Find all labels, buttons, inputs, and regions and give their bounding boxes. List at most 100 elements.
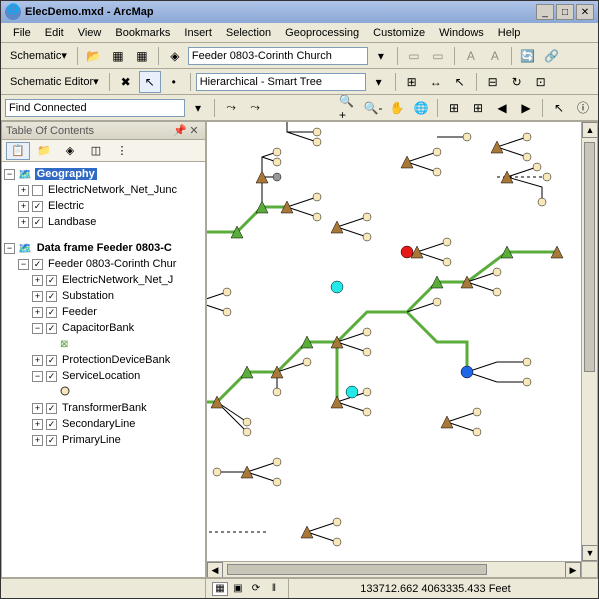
select-icon[interactable]: ↖ (548, 97, 570, 119)
scroll-left-icon[interactable]: ◀ (207, 562, 223, 578)
link-icon[interactable]: 🔗 (541, 45, 563, 67)
expand-toggle[interactable]: + (32, 403, 43, 414)
prop2-icon[interactable]: ▭ (427, 45, 449, 67)
expand-toggle[interactable]: + (18, 185, 29, 196)
fullext2-icon[interactable]: ⊞ (467, 97, 489, 119)
layer-item[interactable]: SecondaryLine (60, 418, 137, 430)
layer-item[interactable]: PrimaryLine (60, 434, 123, 446)
open-icon[interactable]: 📂 (83, 45, 105, 67)
prop1-icon[interactable]: ▭ (403, 45, 425, 67)
box2-icon[interactable]: ▦ (131, 45, 153, 67)
scroll-up-icon[interactable]: ▲ (582, 122, 598, 138)
menu-windows[interactable]: Windows (433, 25, 490, 41)
expand-toggle[interactable]: − (18, 259, 29, 270)
layer-checkbox[interactable] (46, 403, 57, 414)
editor-dropdown[interactable]: Schematic Editor ▾ (5, 72, 104, 91)
options-icon[interactable]: ⋮ (110, 142, 134, 160)
minimize-button[interactable]: _ (536, 4, 554, 20)
combo-arrow[interactable]: ▾ (370, 45, 392, 67)
menu-edit[interactable]: Edit (39, 25, 70, 41)
layer-item[interactable]: Electric (46, 200, 86, 212)
layer-item[interactable]: ServiceLocation (60, 370, 142, 382)
delete-icon[interactable]: ✖ (115, 71, 137, 93)
layer-checkbox[interactable] (32, 185, 43, 196)
find-combo[interactable] (5, 99, 185, 117)
toc-close-icon[interactable]: ✕ (187, 124, 201, 137)
layer-checkbox[interactable] (32, 201, 43, 212)
list-by-sel-icon[interactable]: ◫ (84, 142, 108, 160)
menu-insert[interactable]: Insert (178, 25, 218, 41)
target-icon[interactable]: ◈ (164, 45, 186, 67)
layer-checkbox[interactable] (46, 307, 57, 318)
layer-item[interactable]: ProtectionDeviceBank (60, 354, 172, 366)
list-by-drawing-icon[interactable]: 📋 (6, 142, 30, 160)
vertical-scrollbar[interactable]: ▲ ▼ (581, 122, 597, 561)
menu-selection[interactable]: Selection (220, 25, 277, 41)
layer-item[interactable]: ElectricNetwork_Net_Junc (46, 184, 179, 196)
expand-toggle[interactable]: + (18, 201, 29, 212)
layer-checkbox[interactable] (32, 259, 43, 270)
expand-toggle[interactable]: − (4, 243, 15, 254)
layer-item[interactable]: Landbase (46, 216, 98, 228)
layer-item[interactable]: Feeder (60, 306, 99, 318)
refresh-view-icon[interactable]: ⟳ (248, 582, 264, 596)
layer-checkbox[interactable] (46, 291, 57, 302)
layer-checkbox[interactable] (32, 217, 43, 228)
move-icon[interactable]: • (163, 71, 185, 93)
scroll-thumb[interactable] (584, 142, 595, 372)
expand-toggle[interactable]: + (32, 291, 43, 302)
map-canvas[interactable]: ▲ ▼ ◀ ▶ (206, 121, 598, 578)
feeder-layer[interactable]: Feeder 0803-Corinth Chur (46, 258, 178, 270)
layer-checkbox[interactable] (46, 435, 57, 446)
horizontal-scrollbar[interactable]: ◀ ▶ (207, 561, 581, 577)
schematic-dropdown[interactable]: Schematic ▾ (5, 46, 72, 65)
zoomout-icon[interactable]: 🔍- (362, 97, 384, 119)
layout-arrow[interactable]: ▾ (368, 71, 390, 93)
close-button[interactable]: ✕ (576, 4, 594, 20)
align-icon[interactable]: ⊟ (482, 71, 504, 93)
list-by-source-icon[interactable]: 📁 (32, 142, 56, 160)
expand-toggle[interactable]: + (32, 275, 43, 286)
prev-icon[interactable]: ◀ (491, 97, 513, 119)
expand-toggle[interactable]: + (32, 435, 43, 446)
layer-item[interactable]: CapacitorBank (60, 322, 136, 334)
menu-view[interactable]: View (72, 25, 108, 41)
rotate-icon[interactable]: ↻ (506, 71, 528, 93)
globe-icon[interactable]: 🌐 (410, 97, 432, 119)
toc-tree[interactable]: −🗺️Geography +ElectricNetwork_Net_Junc +… (2, 162, 205, 577)
expand-toggle[interactable]: − (4, 169, 15, 180)
menu-customize[interactable]: Customize (367, 25, 431, 41)
pause-draw-icon[interactable]: ‖ (266, 582, 282, 596)
ptr-icon[interactable]: ↖ (449, 71, 471, 93)
expand-toggle[interactable]: + (18, 217, 29, 228)
scroll-down-icon[interactable]: ▼ (582, 545, 598, 561)
layer-item[interactable]: TransformerBank (60, 402, 149, 414)
fullext1-icon[interactable]: ⊞ (443, 97, 465, 119)
expand-icon[interactable]: ↔ (425, 71, 447, 93)
zoomin-icon[interactable]: 🔍+ (338, 97, 360, 119)
layout-combo[interactable] (196, 73, 366, 91)
scroll-thumb[interactable] (227, 564, 487, 575)
layer-item[interactable]: ElectricNetwork_Net_J (60, 274, 175, 286)
tree-icon[interactable]: ⊞ (401, 71, 423, 93)
expand-toggle[interactable]: − (32, 323, 43, 334)
menu-file[interactable]: File (7, 25, 37, 41)
layer-checkbox[interactable] (46, 355, 57, 366)
dataframe-item[interactable]: Data frame Feeder 0803-C (35, 242, 174, 254)
menu-help[interactable]: Help (492, 25, 527, 41)
pan-icon[interactable]: ✋ (386, 97, 408, 119)
menu-geoprocessing[interactable]: Geoprocessing (279, 25, 365, 41)
trace2-icon[interactable]: ⤳ (244, 97, 266, 119)
expand-toggle[interactable]: + (32, 307, 43, 318)
maximize-button[interactable]: □ (556, 4, 574, 20)
layer-checkbox[interactable] (46, 419, 57, 430)
cursor-icon[interactable]: ↖ (139, 71, 161, 93)
next-icon[interactable]: ▶ (515, 97, 537, 119)
layer-checkbox[interactable] (46, 323, 57, 334)
menu-bookmarks[interactable]: Bookmarks (109, 25, 176, 41)
find-arrow[interactable]: ▾ (187, 97, 209, 119)
data-view-tab[interactable]: ▦ (212, 582, 228, 596)
scroll-right-icon[interactable]: ▶ (565, 562, 581, 578)
refresh-icon[interactable]: 🔄 (517, 45, 539, 67)
layout-view-tab[interactable]: ▣ (230, 582, 246, 596)
